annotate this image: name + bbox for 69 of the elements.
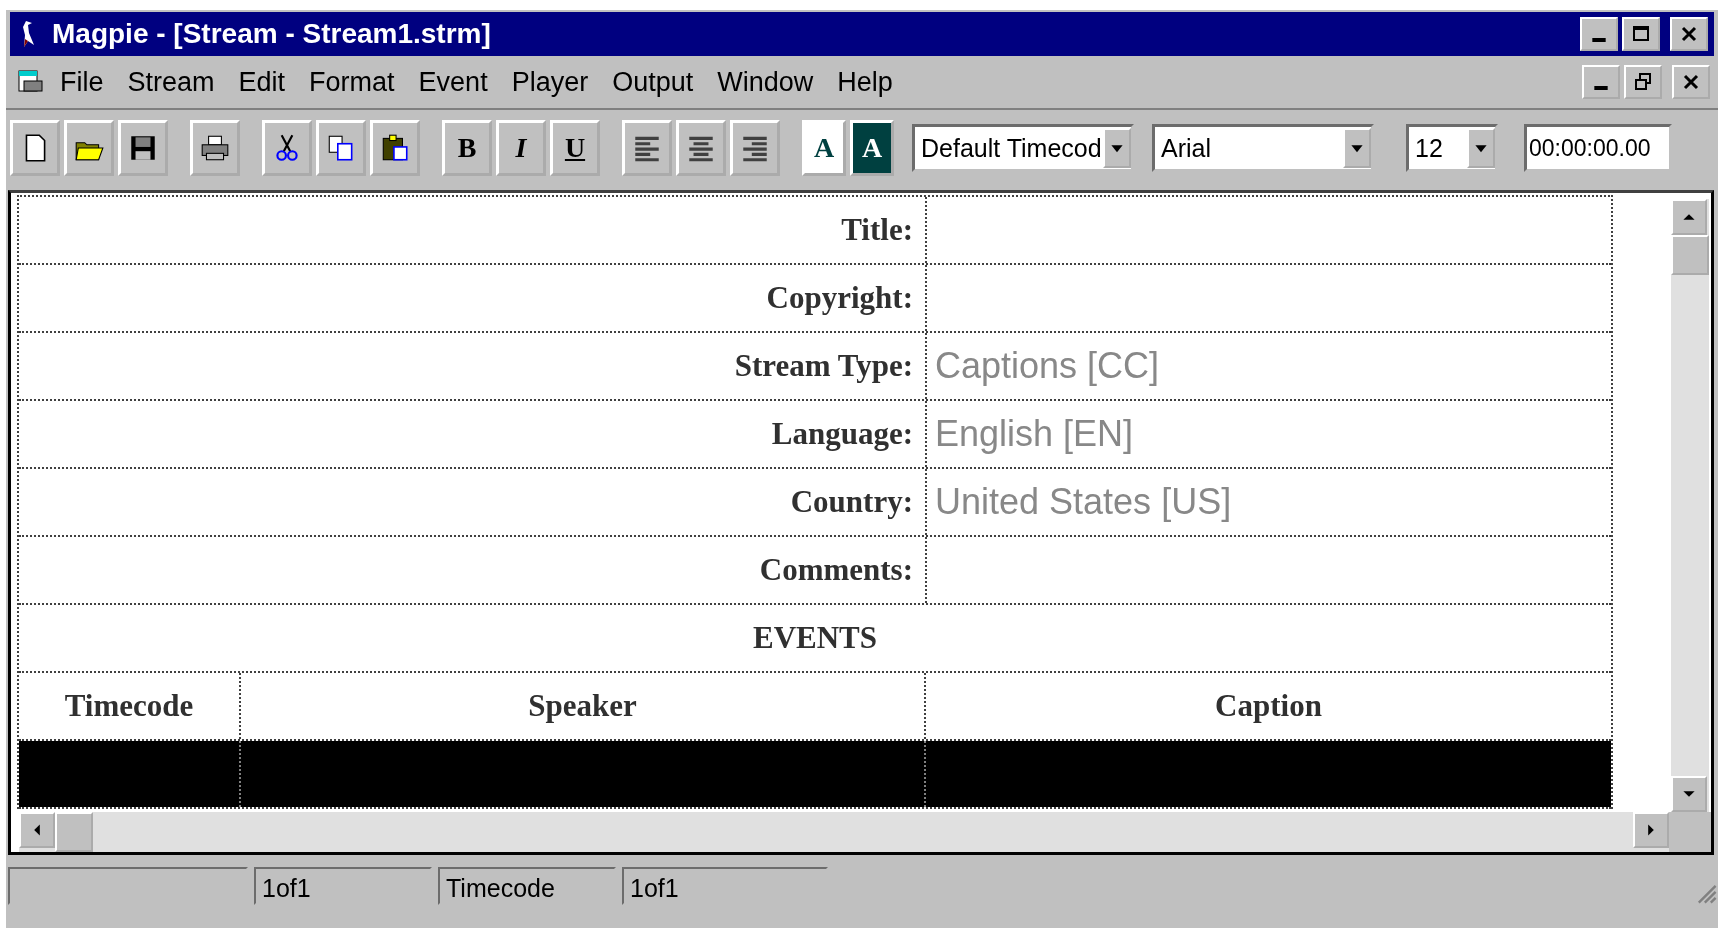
scroll-left-button[interactable] <box>19 812 55 848</box>
window-title: Magpie - [Stream - Stream1.strm] <box>52 18 492 50</box>
menu-item[interactable]: Help <box>837 66 893 98</box>
column-header: Caption <box>1214 687 1323 725</box>
vertical-scrollbar[interactable] <box>1671 199 1709 812</box>
timecode-field[interactable]: 00:00:00.00 <box>1524 124 1672 172</box>
menu-item[interactable]: Edit <box>238 66 286 98</box>
close-button[interactable] <box>1672 65 1710 99</box>
menu-item[interactable]: Event <box>418 66 488 98</box>
text-color-button[interactable]: A <box>802 120 846 176</box>
menu-item[interactable]: Output <box>612 66 694 98</box>
horizontal-scrollbar[interactable] <box>19 812 1669 852</box>
scroll-thumb[interactable] <box>1671 235 1709 275</box>
scrollbar-corner <box>1669 812 1711 852</box>
field-label: Country: <box>19 469 927 535</box>
scroll-down-button[interactable] <box>1671 776 1707 812</box>
status-pane: Timecode <box>438 867 616 905</box>
table-cell[interactable] <box>19 741 241 807</box>
status-pane: 1of1 <box>622 867 828 905</box>
restore-button[interactable] <box>1624 65 1662 99</box>
align-left-button[interactable] <box>622 120 672 176</box>
scroll-right-button[interactable] <box>1633 812 1669 848</box>
align-center-button[interactable] <box>676 120 726 176</box>
field-value[interactable]: Captions [CC] <box>927 345 1611 387</box>
bold-button[interactable]: B <box>442 120 492 176</box>
maximize-button[interactable] <box>1622 17 1660 51</box>
close-button[interactable] <box>1670 17 1708 51</box>
scroll-up-button[interactable] <box>1671 199 1707 235</box>
minimize-button[interactable] <box>1580 17 1618 51</box>
minimize-button[interactable] <box>1582 65 1620 99</box>
new-file-button[interactable] <box>10 120 60 176</box>
status-pane: 1of1 <box>254 867 432 905</box>
scissors-button[interactable] <box>262 120 312 176</box>
italic-button[interactable]: I <box>496 120 546 176</box>
maximize-icon <box>1631 24 1651 44</box>
printer-button[interactable] <box>190 120 240 176</box>
table-cell[interactable] <box>241 741 926 807</box>
scroll-thumb[interactable] <box>55 812 93 852</box>
dropdown[interactable]: 12 <box>1406 124 1498 172</box>
minimize-icon <box>1592 38 1606 42</box>
field-label: Copyright: <box>19 265 927 331</box>
close-icon <box>1681 72 1701 92</box>
field-label: Stream Type: <box>19 333 927 399</box>
minimize-icon <box>1594 86 1608 90</box>
floppy-disk-button[interactable] <box>118 120 168 176</box>
menu-item[interactable]: Window <box>717 66 814 98</box>
dropdown[interactable]: Default Timecod <box>912 124 1134 172</box>
folder-button[interactable] <box>64 120 114 176</box>
menu-item[interactable]: Player <box>511 66 589 98</box>
field-label: Title: <box>19 197 927 263</box>
menu-item[interactable]: File <box>60 66 104 98</box>
background-color-button[interactable]: A <box>850 120 894 176</box>
section-heading: EVENTS <box>19 605 1611 673</box>
restore-icon <box>1633 72 1653 92</box>
close-icon <box>1679 24 1699 44</box>
column-header: Speaker <box>241 673 926 739</box>
field-label: Language: <box>19 401 927 467</box>
field-label: Comments: <box>19 537 927 603</box>
underline-button[interactable]: U <box>550 120 600 176</box>
copy-button[interactable] <box>316 120 366 176</box>
dropdown[interactable]: Arial <box>1152 124 1374 172</box>
menu-item[interactable]: Format <box>309 66 395 98</box>
clipboard-button[interactable] <box>370 120 420 176</box>
align-right-button[interactable] <box>730 120 780 176</box>
field-value[interactable]: English [EN] <box>927 413 1611 455</box>
column-header: Timecode <box>19 673 241 739</box>
table-cell[interactable] <box>926 741 1611 807</box>
menu-item[interactable]: Stream <box>127 66 215 98</box>
field-value[interactable]: United States [US] <box>927 481 1611 523</box>
